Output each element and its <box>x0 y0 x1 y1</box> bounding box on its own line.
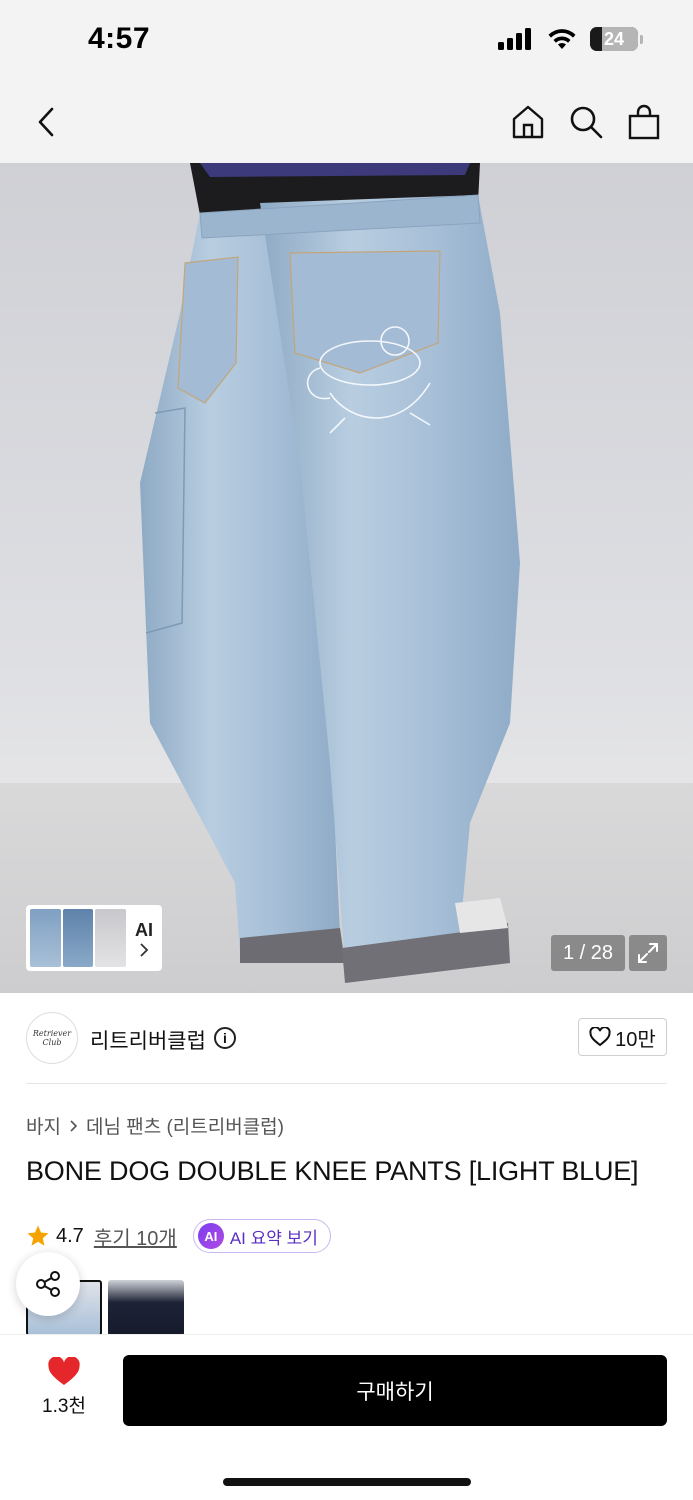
rating-value: 4.7 <box>56 1224 84 1247</box>
wifi-icon <box>548 29 576 49</box>
ai-badge-icon: AI <box>197 1223 224 1249</box>
battery-nub <box>640 34 643 44</box>
shopping-bag-icon <box>628 104 660 140</box>
divider <box>26 1083 667 1084</box>
heart-filled-icon <box>48 1357 80 1385</box>
wishlist-button[interactable]: 1.3천 <box>30 1357 98 1418</box>
product-image[interactable]: AI 1 / 28 <box>0 163 693 993</box>
home-button[interactable] <box>500 94 556 150</box>
search-icon <box>570 106 603 139</box>
expand-icon <box>638 943 658 963</box>
bottom-action-bar: 1.3천 구매하기 <box>0 1334 693 1500</box>
color-option-dark[interactable] <box>108 1280 184 1336</box>
cart-button[interactable] <box>616 94 672 150</box>
jeans-illustration <box>140 163 520 983</box>
rating-row: 4.7 후기 10개 AI AI 요약 보기 <box>26 1218 331 1254</box>
status-icons: 24 <box>498 27 643 51</box>
back-arrow-icon <box>38 107 54 137</box>
thumbnail-3 <box>95 909 127 967</box>
chevron-right-icon <box>70 1119 78 1132</box>
share-icon <box>36 1271 60 1297</box>
ai-thumbnail-strip[interactable]: AI <box>26 905 162 971</box>
ai-label: AI <box>135 920 153 940</box>
home-indicator[interactable] <box>223 1478 471 1486</box>
ai-summary-button[interactable]: AI AI 요약 보기 <box>192 1219 331 1253</box>
brand-like-count: 10만 <box>615 1028 656 1051</box>
cellular-signal-icon <box>498 28 531 50</box>
product-title: BONE DOG DOUBLE KNEE PANTS [LIGHT BLUE] <box>26 1156 639 1186</box>
ai-thumbnail-label: AI <box>130 918 158 958</box>
thumbnail-1 <box>30 909 61 967</box>
brand-like-button[interactable]: 10만 <box>578 1018 667 1056</box>
info-icon[interactable]: i <box>214 1027 236 1049</box>
heart-outline-icon <box>589 1027 611 1047</box>
nav-bar <box>0 80 693 163</box>
thumbnail-2 <box>62 909 94 967</box>
thumbnail-images <box>30 909 127 967</box>
review-link[interactable]: 후기 10개 <box>94 1222 177 1251</box>
search-button[interactable] <box>558 94 614 150</box>
brand-row[interactable]: Retriever Club 리트리버클럽 i 10만 <box>26 1012 667 1066</box>
battery-indicator: 24 <box>590 27 638 51</box>
expand-button[interactable] <box>629 935 667 971</box>
image-counter: 1 / 28 <box>551 935 625 971</box>
buy-button[interactable]: 구매하기 <box>123 1355 667 1426</box>
battery-percent: 24 <box>603 28 625 49</box>
brand-logo[interactable]: Retriever Club <box>26 1012 78 1064</box>
share-button[interactable] <box>16 1252 80 1316</box>
brand-name[interactable]: 리트리버클럽 <box>90 1025 206 1055</box>
breadcrumb-category[interactable]: 바지 <box>26 1112 61 1139</box>
breadcrumb: 바지 데님 팬츠 (리트리버클럽) <box>26 1112 284 1139</box>
brand-logo-text: Retriever Club <box>32 1029 72 1047</box>
back-button[interactable] <box>18 94 74 150</box>
status-time: 4:57 <box>88 22 151 55</box>
star-icon <box>27 1225 49 1246</box>
home-icon <box>512 105 544 139</box>
ai-summary-label: AI 요약 보기 <box>229 1228 318 1248</box>
status-bar: 4:57 24 <box>0 0 693 80</box>
wishlist-count: 1.3천 <box>42 1396 86 1417</box>
chevron-right-icon <box>140 943 149 957</box>
breadcrumb-subcategory[interactable]: 데님 팬츠 (리트리버클럽) <box>86 1112 284 1139</box>
